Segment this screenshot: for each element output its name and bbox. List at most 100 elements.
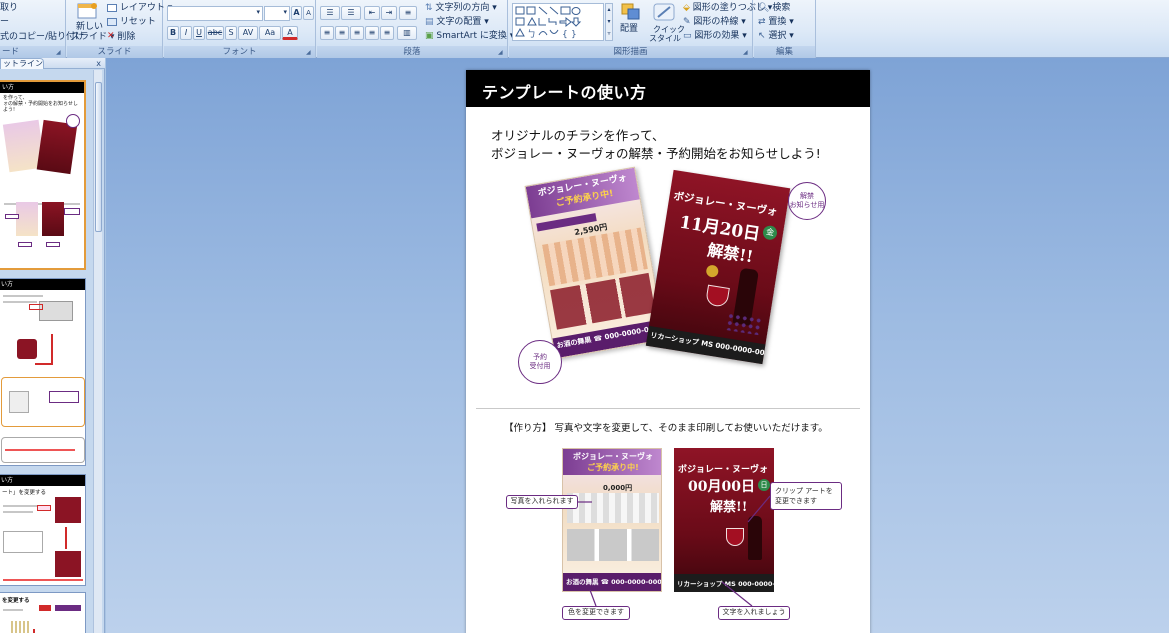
quick-styles-button[interactable]: クイック スタイル bbox=[647, 2, 685, 43]
slide-thumbnail-4[interactable]: い方 ート」を変更する bbox=[0, 474, 86, 586]
thumbnail-callout bbox=[18, 242, 32, 247]
pane-scrollbar-thumb[interactable] bbox=[95, 82, 102, 232]
distributed-button[interactable]: ≡ bbox=[380, 26, 394, 40]
change-case-button[interactable]: Aa bbox=[259, 26, 281, 40]
font-size-dropdown-icon[interactable]: ▾ bbox=[283, 8, 287, 16]
shapes-gallery-scroll[interactable]: ▴ ▾ ▿ bbox=[605, 3, 613, 41]
release-flyer-small-date: 00月00日 bbox=[688, 479, 755, 495]
align-center-button[interactable]: ≡ bbox=[335, 26, 349, 40]
shape-effects-button[interactable]: ▭ 図形の効果 ▾ bbox=[683, 31, 747, 42]
new-slide-icon bbox=[77, 3, 97, 19]
shape-effects-label: 図形の効果 bbox=[694, 31, 740, 41]
line-spacing-button[interactable]: ≡ bbox=[399, 6, 417, 20]
shadow-button[interactable]: S bbox=[225, 26, 237, 40]
intro-line-1[interactable]: オリジナルのチラシを作って、 bbox=[491, 125, 665, 144]
slide-title[interactable]: テンプレートの使い方 bbox=[482, 79, 647, 103]
shrink-font-button[interactable]: A bbox=[303, 6, 314, 20]
release-flyer-small-glass bbox=[726, 528, 744, 546]
editing-group: 🔍︎ 検索 ⇄ 置換 ▾ ↖ 選択 ▾ 編集 bbox=[754, 0, 816, 58]
order-flyer-image[interactable]: ボジョレー・ヌーヴォ ご予約承り中! 2,590円 お酒の舞黒 ☎ 000-00… bbox=[524, 166, 666, 360]
callout-photo[interactable]: 写真を入れられます bbox=[506, 495, 578, 509]
thumbnail-tag-icon bbox=[66, 114, 80, 128]
font-dialog-launcher-icon[interactable]: ◢ bbox=[306, 49, 313, 56]
slides-group-label: スライド bbox=[67, 46, 162, 58]
layout-icon bbox=[107, 3, 117, 12]
align-left-button[interactable]: ≡ bbox=[320, 26, 334, 40]
release-flyer-image[interactable]: ボジョレー・ヌーヴォ 11月20日 金 解禁!! リカーショップ MS 000-… bbox=[645, 169, 791, 365]
drawing-group-label: 図形描画 bbox=[509, 46, 752, 58]
italic-button[interactable]: I bbox=[180, 26, 192, 40]
pane-scrollbar[interactable] bbox=[93, 70, 102, 633]
thumbnail-image bbox=[55, 497, 81, 523]
font-name-dropdown-icon[interactable]: ▾ bbox=[256, 8, 260, 16]
strikethrough-button[interactable]: abc bbox=[206, 26, 224, 40]
new-slide-button[interactable]: 新しい スライド ▾ bbox=[71, 2, 114, 44]
slide-thumbnail-5[interactable]: を変更する bbox=[0, 592, 86, 633]
pane-close-icon[interactable]: x bbox=[96, 58, 101, 69]
howto-text[interactable]: 【作り方】 写真や文字を変更して、そのまま印刷してお使いいただけます。 bbox=[504, 420, 828, 434]
shape-outline-button[interactable]: ✎ 図形の枠線 ▾ bbox=[683, 17, 746, 28]
layout-label: レイアウト bbox=[119, 3, 165, 13]
slides-outline-pane: ットライン x い方 を作って、 ォの解禁・予約開始をお知らせしよう! い方 い… bbox=[0, 58, 105, 633]
slide-thumbnail-1[interactable]: い方 を作って、 ォの解禁・予約開始をお知らせしよう! bbox=[0, 80, 86, 270]
svg-text:ㄅ: ㄅ bbox=[527, 29, 536, 40]
align-text-button[interactable]: ▤ 文字の配置 ▾ bbox=[425, 17, 489, 28]
thumbnail-callout bbox=[64, 208, 80, 215]
order-tag[interactable]: 予約 受付用 bbox=[518, 340, 562, 384]
release-flyer-small-image[interactable]: ボジョレー・ヌーヴォ 00月00日 日 解禁!! リカーショップ MS 000-… bbox=[674, 448, 774, 592]
font-name-combobox[interactable]: ▾ bbox=[167, 6, 263, 21]
callout-text[interactable]: 文字を入れましょう bbox=[718, 606, 790, 620]
cut-button[interactable]: 取り bbox=[0, 3, 18, 14]
justify-button[interactable]: ≡ bbox=[365, 26, 379, 40]
shapes-gallery[interactable]: ㄅ { } bbox=[512, 3, 604, 41]
align-right-button[interactable]: ≡ bbox=[350, 26, 364, 40]
tab-outline[interactable]: ットライン bbox=[0, 58, 44, 69]
numbering-button[interactable]: ☰ bbox=[341, 6, 361, 20]
bullets-button[interactable]: ☰ bbox=[320, 6, 340, 20]
thumbnail-flyer-image bbox=[42, 202, 64, 236]
decrease-indent-button[interactable]: ⇤ bbox=[364, 6, 380, 20]
layout-button[interactable]: レイアウト ▾ bbox=[107, 3, 172, 14]
thumbnail-image bbox=[39, 301, 73, 321]
announce-tag[interactable]: 解禁 お知らせ用 bbox=[788, 182, 826, 220]
paragraph-group-label: 段落 bbox=[317, 46, 507, 58]
increase-indent-button[interactable]: ⇥ bbox=[381, 6, 397, 20]
thumbnail-flyer-image bbox=[16, 202, 38, 236]
find-button[interactable]: 🔍︎ 検索 bbox=[758, 3, 790, 14]
order-flyer-heading: ボジョレー・ヌーヴォ ご予約承り中! bbox=[525, 167, 642, 219]
paragraph-dialog-launcher-icon[interactable]: ◢ bbox=[498, 49, 505, 56]
char-spacing-button[interactable]: AV bbox=[238, 26, 258, 40]
smartart-button[interactable]: ▣ SmartArt に変換 ▾ bbox=[425, 31, 514, 42]
callout-clipart[interactable]: クリップ アートを 変更できます bbox=[770, 482, 842, 510]
clipboard-group: 取り ー 式のコピー/貼り付け ード ◢ bbox=[0, 0, 84, 58]
intro-line-2[interactable]: ボジョレー・ヌーヴォの解禁・予約開始をお知らせしよう! bbox=[491, 143, 821, 162]
clipboard-dialog-launcher-icon[interactable]: ◢ bbox=[56, 49, 63, 56]
columns-button[interactable]: ▥ bbox=[397, 26, 417, 40]
select-button[interactable]: ↖ 選択 ▾ bbox=[758, 31, 794, 42]
delete-button[interactable]: ✕ 削除 bbox=[107, 31, 135, 43]
order-flyer-small-heading: ボジョレー・ヌーヴォ ご予約承り中! bbox=[563, 449, 661, 475]
reset-button[interactable]: リセット bbox=[107, 17, 156, 28]
thumbnail-image bbox=[55, 551, 81, 577]
font-size-combobox[interactable]: ▾ bbox=[264, 6, 290, 21]
callout-color[interactable]: 色を変更できます bbox=[562, 606, 630, 620]
bold-button[interactable]: B bbox=[167, 26, 179, 40]
arrange-button[interactable]: 配置 bbox=[616, 2, 646, 42]
reset-icon bbox=[107, 17, 117, 26]
grow-font-button[interactable]: A bbox=[291, 6, 302, 20]
slide-thumbnail-2[interactable]: い方 bbox=[0, 278, 86, 466]
quick-styles-label-2: スタイル bbox=[649, 34, 681, 43]
replace-button[interactable]: ⇄ 置換 ▾ bbox=[758, 17, 794, 28]
text-direction-button[interactable]: ⇅ 文字列の方向 ▾ bbox=[425, 3, 497, 14]
drawing-dialog-launcher-icon[interactable]: ◢ bbox=[743, 49, 750, 56]
order-flyer-small-image[interactable]: ボジョレー・ヌーヴォ ご予約承り中! 0,000円 お酒の舞黒 ☎ 000-00… bbox=[562, 448, 662, 592]
svg-text:{: { bbox=[562, 30, 568, 40]
underline-button[interactable]: U bbox=[193, 26, 205, 40]
font-color-button[interactable]: A bbox=[282, 26, 298, 40]
copy-button[interactable]: ー bbox=[0, 17, 9, 28]
slide-canvas[interactable]: テンプレートの使い方 オリジナルのチラシを作って、 ボジョレー・ヌーヴォの解禁・… bbox=[466, 70, 870, 633]
arrange-icon bbox=[621, 3, 640, 20]
copy-label: ー bbox=[0, 17, 10, 27]
replace-label: 置換 bbox=[768, 17, 787, 27]
find-label: 検索 bbox=[772, 3, 791, 13]
